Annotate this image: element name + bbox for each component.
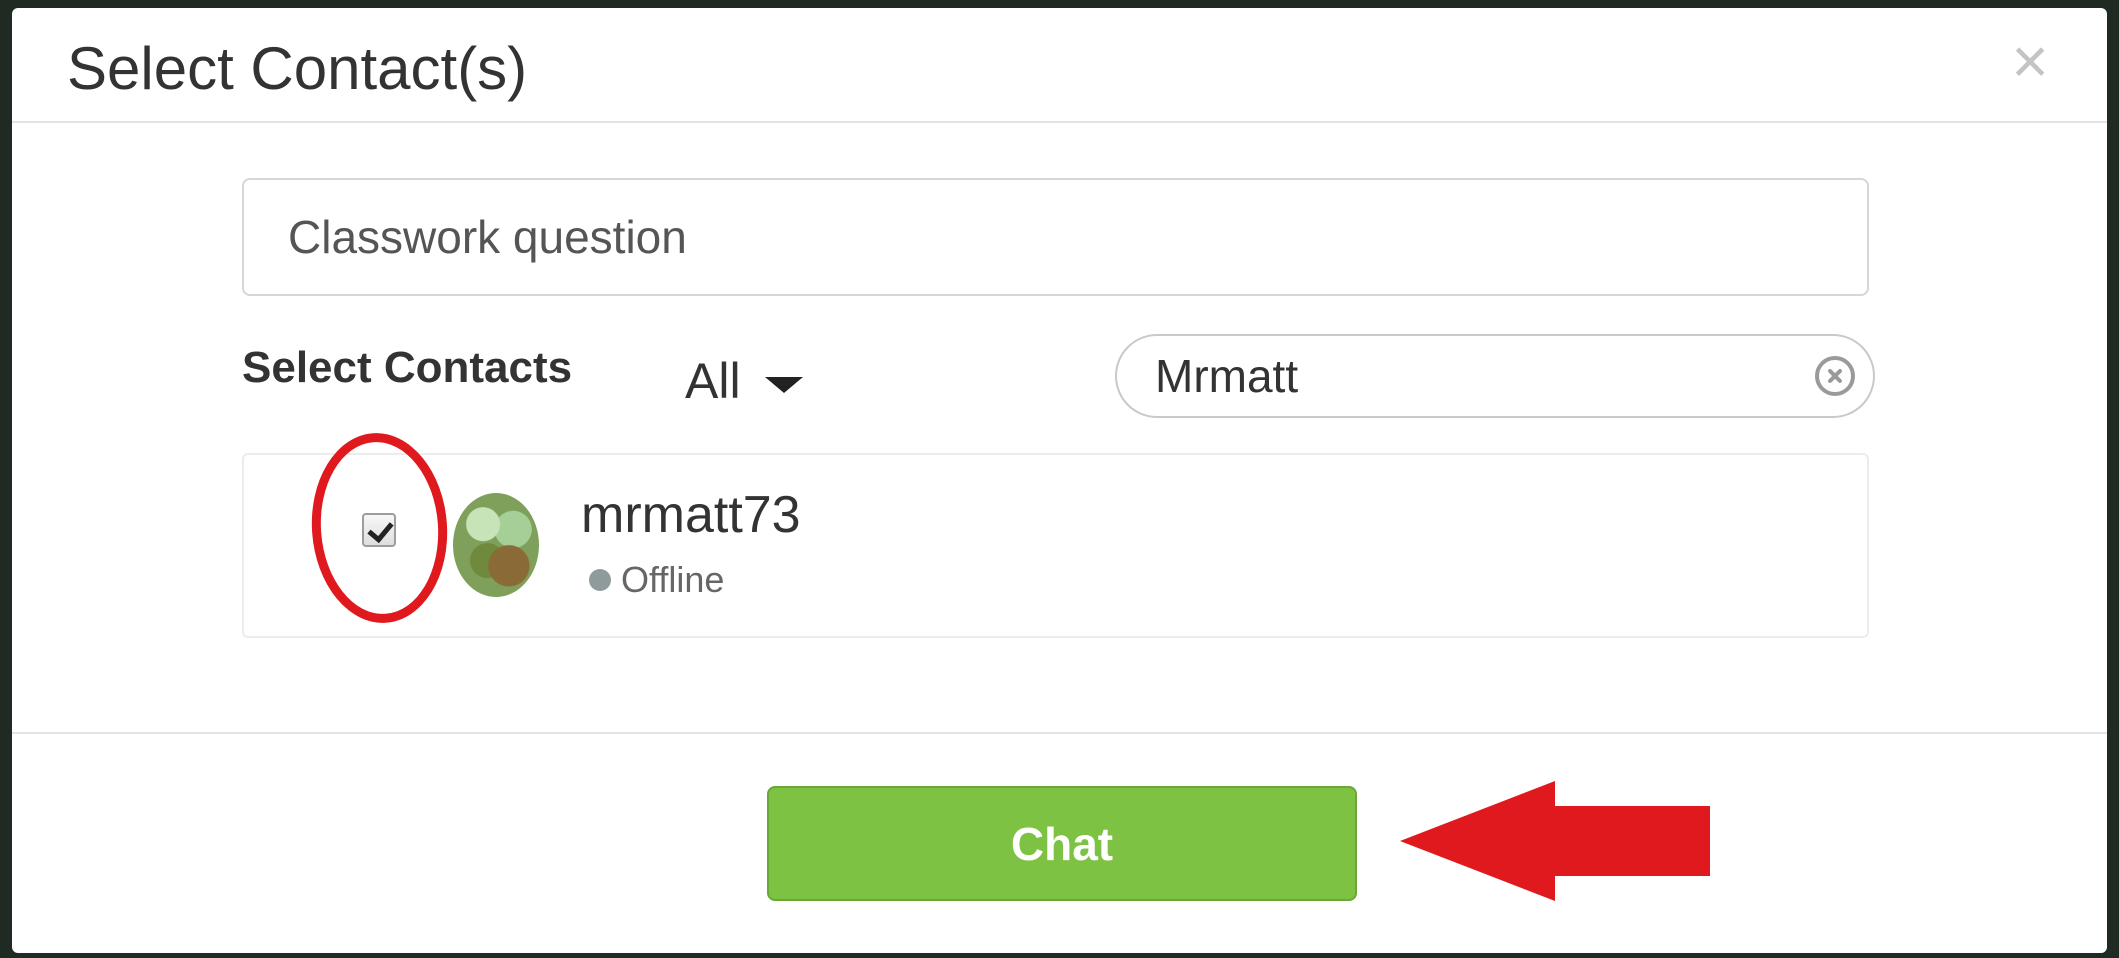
select-contacts-dialog: Select Contact(s) × Select Contacts All … bbox=[12, 8, 2107, 953]
annotation-circle bbox=[305, 428, 454, 628]
contact-search-input[interactable] bbox=[1155, 344, 1775, 408]
annotation-arrow-icon bbox=[1400, 781, 1710, 901]
caret-down-icon bbox=[764, 377, 803, 393]
dialog-header: Select Contact(s) × bbox=[12, 8, 2107, 123]
contact-status: Offline bbox=[589, 559, 724, 601]
avatar bbox=[453, 493, 539, 597]
dialog-title: Select Contact(s) bbox=[67, 35, 528, 102]
chat-name-input[interactable] bbox=[242, 178, 1869, 296]
contact-search-box bbox=[1115, 334, 1875, 418]
contact-list: mrmatt73 Offline bbox=[242, 428, 1869, 638]
status-dot-icon bbox=[589, 569, 611, 591]
clear-search-icon[interactable] bbox=[1815, 356, 1855, 396]
footer-divider bbox=[12, 732, 2107, 734]
contact-status-text: Offline bbox=[621, 559, 725, 600]
close-icon[interactable]: × bbox=[2005, 29, 2055, 93]
contact-filter-dropdown[interactable]: All bbox=[685, 351, 803, 411]
contact-row[interactable]: mrmatt73 Offline bbox=[244, 428, 1867, 636]
contact-name: mrmatt73 bbox=[581, 486, 801, 544]
contact-filter-value: All bbox=[685, 353, 741, 409]
chat-button[interactable]: Chat bbox=[767, 786, 1357, 901]
select-contacts-label: Select Contacts bbox=[242, 343, 573, 392]
